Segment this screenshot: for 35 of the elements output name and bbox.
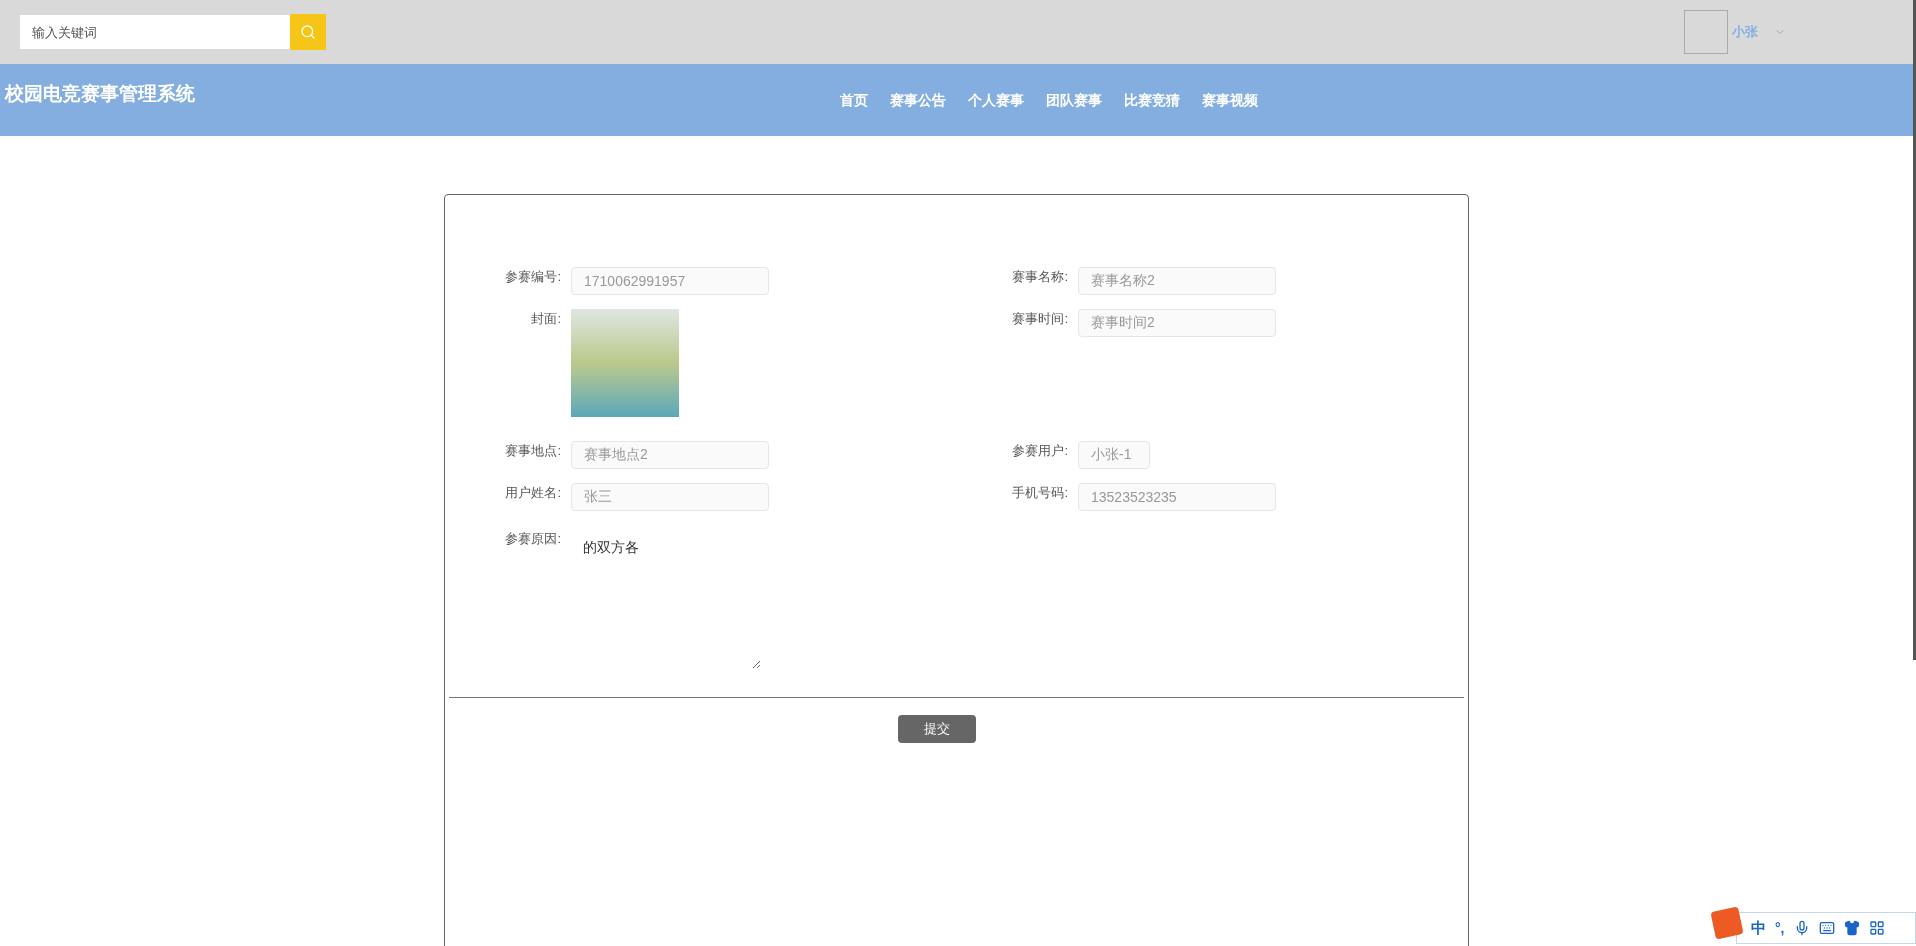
user-name[interactable]: 小张 <box>1732 22 1758 42</box>
input-field[interactable]: 13523523235 <box>1078 483 1276 511</box>
scrollbar[interactable] <box>1913 0 1916 660</box>
field-label: 用户姓名: <box>504 484 562 502</box>
nav-link[interactable]: 首页 <box>840 90 868 111</box>
nav-link[interactable]: 团队赛事 <box>1046 90 1102 111</box>
input-field[interactable]: 赛事时间2 <box>1078 309 1276 337</box>
field-label: 赛事时间: <box>1011 310 1069 328</box>
ime-logo-icon[interactable] <box>1710 906 1744 940</box>
field-label: 封面: <box>530 310 562 328</box>
field-label: 手机号码: <box>1011 484 1069 502</box>
nav-link[interactable]: 个人赛事 <box>968 90 1024 111</box>
nav-link[interactable]: 赛事视频 <box>1202 90 1258 111</box>
shirt-icon[interactable] <box>1843 920 1860 936</box>
input-field[interactable]: 赛事地点2 <box>571 441 769 469</box>
field-label: 赛事名称: <box>1011 268 1069 286</box>
input-field[interactable]: 张三 <box>571 483 769 511</box>
field-label: 参赛编号: <box>504 268 562 286</box>
field-label: 参赛用户: <box>1011 442 1069 460</box>
search-field[interactable]: 输入关键词 <box>20 15 290 49</box>
search-icon <box>300 24 316 40</box>
input-field[interactable]: 小张-1 <box>1078 441 1150 469</box>
site-title: 校园电竞赛事管理系统 <box>5 82 195 106</box>
grid-icon[interactable] <box>1868 920 1885 936</box>
keyboard-icon[interactable] <box>1818 920 1835 936</box>
nav-link[interactable]: 赛事公告 <box>890 90 946 111</box>
ime-mode[interactable]: 中 <box>1751 916 1766 940</box>
field-label: 赛事地点: <box>504 442 562 460</box>
reason-textarea[interactable]: 的双方各 <box>571 529 761 669</box>
input-field[interactable]: 1710062991957 <box>571 267 769 295</box>
submit-button[interactable]: 提交 <box>897 715 976 743</box>
nav-link[interactable]: 比赛竞猜 <box>1124 90 1180 111</box>
input-field[interactable]: 赛事名称2 <box>1078 267 1276 295</box>
ime-punctuation[interactable]: °, <box>1775 917 1785 939</box>
field-label: 参赛原因: <box>504 530 562 548</box>
